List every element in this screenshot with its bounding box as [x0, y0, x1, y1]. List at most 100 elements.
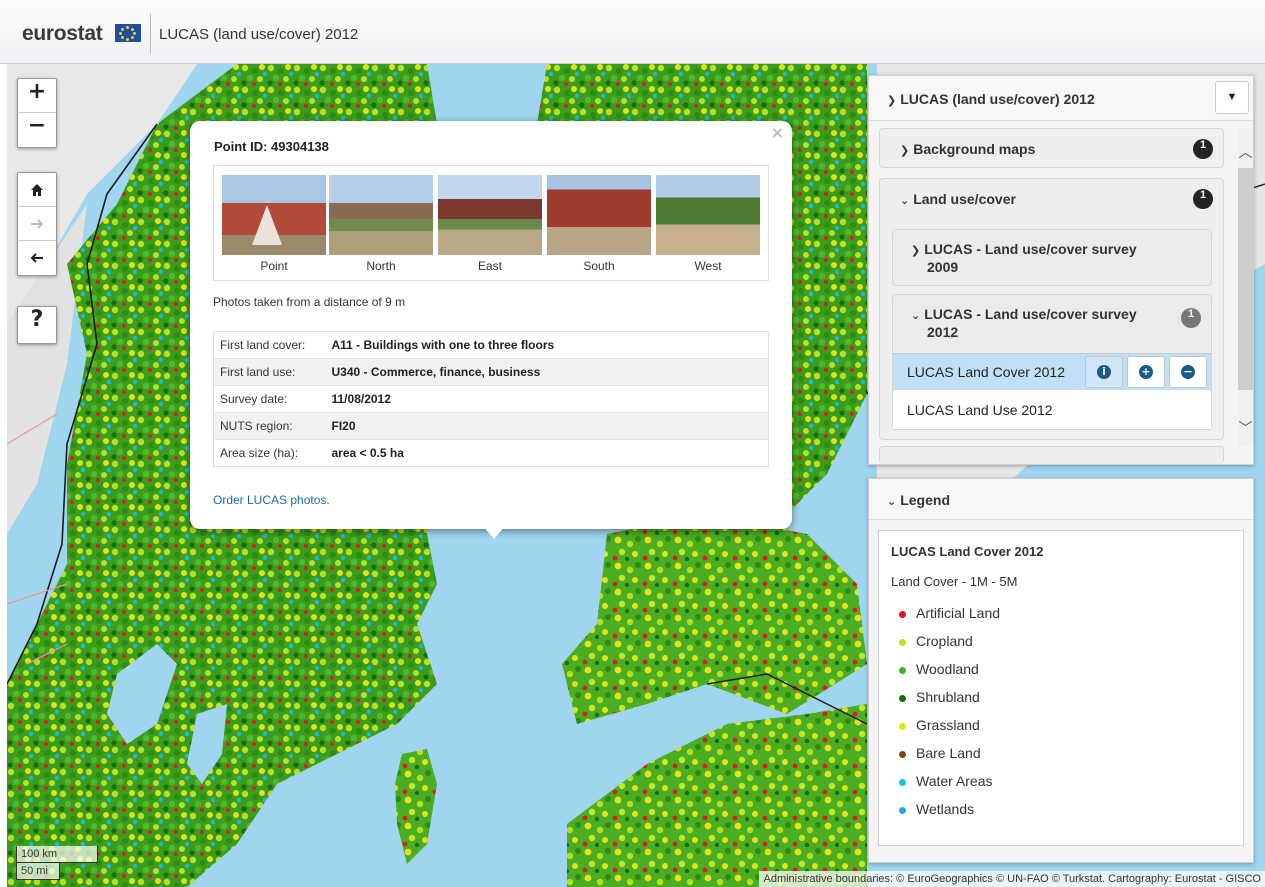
accordion-header[interactable]: ⌄ Land use/cover: [900, 191, 1016, 207]
photo-caption: North: [366, 259, 396, 273]
accordion-label-line2: 2012: [927, 324, 959, 340]
scroll-down-arrow-icon[interactable]: ﹀: [1238, 418, 1253, 438]
legend-layer-name: LUCAS Land Cover 2012: [891, 544, 1044, 559]
count-badge: 1: [1193, 139, 1213, 159]
map-attribution: Administrative boundaries: © EuroGeograp…: [759, 871, 1265, 887]
back-button[interactable]: [18, 241, 56, 275]
photo-north[interactable]: North: [329, 175, 433, 273]
layer-list: LUCAS Land Cover 2012 i + − LUCAS Land U…: [893, 353, 1211, 429]
legend-label: Artificial Land: [916, 605, 1001, 621]
photo-strip: Point North East South West: [213, 165, 769, 281]
accordion-label-line2: 2009: [927, 259, 959, 275]
eu-flag-icon: [115, 24, 141, 42]
accordion-label: LUCAS - Land use/cover survey: [924, 241, 1137, 257]
attr-value: 11/08/2012: [325, 385, 769, 413]
attr-label: Survey date:: [213, 385, 326, 413]
layer-zoom-in-button[interactable]: +: [1127, 356, 1165, 388]
popup-close-button[interactable]: ×: [771, 123, 784, 142]
chevron-down-icon: ⌄: [900, 194, 910, 207]
chevron-right-icon: ❯: [900, 144, 910, 157]
point-info-popup: × Point ID: 49304138 Point North East So…: [190, 121, 792, 539]
scrollbar-thumb[interactable]: [1238, 168, 1253, 390]
eurostat-logo[interactable]: eurostat: [22, 22, 103, 46]
zoom-in-button[interactable]: +: [18, 79, 56, 113]
legend-label: Wetlands: [916, 801, 975, 817]
zoom-out-button[interactable]: −: [18, 113, 56, 147]
accordion-survey-2012: ⌄ LUCAS - Land use/cover survey 2012 1 LU…: [892, 294, 1212, 430]
forward-button[interactable]: [18, 207, 56, 241]
photo-west-image[interactable]: [656, 175, 760, 255]
order-photos-link[interactable]: Order LUCAS photos.: [213, 493, 330, 507]
legend-swatch: [899, 639, 906, 646]
legend-header[interactable]: ⌄ Legend: [869, 479, 1253, 520]
app-title: LUCAS (land use/cover) 2012: [159, 26, 359, 43]
table-row: NUTS region: FI20: [213, 412, 769, 440]
point-attributes-table: First land cover: A11 - Buildings with o…: [213, 331, 769, 467]
accordion-label: Land use/cover: [913, 191, 1016, 207]
accordion-background-maps[interactable]: ❯ Background maps 1: [879, 128, 1224, 168]
photo-south-image[interactable]: [547, 175, 651, 255]
attr-label: Area size (ha):: [213, 439, 326, 467]
layer-info-button[interactable]: i: [1085, 356, 1123, 388]
photo-distance-text: Photos taken from a distance of 9 m: [213, 295, 406, 309]
legend-label: Shrubland: [916, 689, 980, 705]
attr-label: First land cover:: [213, 331, 326, 359]
scale-mi: 50 mi: [16, 863, 60, 880]
accordion-land-use-cover: ⌄ Land use/cover 1 ❯ LUCAS - Land use/cove…: [879, 178, 1224, 440]
navigation-controls: [17, 172, 57, 276]
layer-remove-button[interactable]: −: [1169, 356, 1207, 388]
layers-panel-header[interactable]: ❯ LUCAS (land use/cover) 2012 ▼: [869, 76, 1253, 121]
count-badge: 1: [1181, 308, 1201, 328]
layers-dropdown-button[interactable]: ▼: [1215, 81, 1249, 114]
scale-bar: 100 km 50 mi: [16, 846, 98, 880]
photo-east-image[interactable]: [438, 175, 542, 255]
home-button[interactable]: [18, 173, 56, 207]
info-icon: i: [1097, 365, 1111, 379]
table-row: First land use: U340 - Commerce, finance…: [213, 358, 769, 386]
accordion-label: Background maps: [913, 141, 1036, 157]
legend-label: Bare Land: [916, 745, 981, 761]
photo-caption: East: [477, 259, 502, 273]
legend-swatch: [899, 695, 906, 702]
legend-title-text: Legend: [900, 492, 950, 508]
layer-label: LUCAS Land Cover 2012: [907, 364, 1065, 380]
attr-value: area < 0.5 ha: [325, 439, 769, 467]
photo-east[interactable]: East: [438, 175, 542, 273]
legend-label: Water Areas: [916, 773, 993, 789]
table-row: Survey date: 11/08/2012: [213, 385, 769, 413]
count-badge: 1: [1193, 189, 1213, 209]
layer-item-land-cover[interactable]: LUCAS Land Cover 2012 i + −: [893, 354, 1211, 390]
attr-label: First land use:: [213, 358, 326, 386]
accordion-survey-2009[interactable]: ❯ LUCAS - Land use/cover survey 2009: [892, 229, 1212, 286]
photo-point-image[interactable]: [222, 175, 326, 255]
layer-label: LUCAS Land Use 2012: [907, 402, 1053, 418]
photo-north-image[interactable]: [329, 175, 433, 255]
chevron-right-icon: ❯: [911, 244, 921, 257]
app-header: eurostat LUCAS (land use/cover) 2012: [0, 0, 1265, 64]
accordion-collapsed-next[interactable]: [879, 446, 1224, 464]
layers-panel: ❯ LUCAS (land use/cover) 2012 ▼ ❯ Backgrou…: [868, 75, 1254, 465]
legend-swatch: [899, 667, 906, 674]
accordion-header[interactable]: ⌄ LUCAS - Land use/cover survey 2012: [911, 306, 1137, 340]
legend-label: Grassland: [916, 717, 980, 733]
photo-caption: West: [694, 259, 722, 273]
photo-point[interactable]: Point: [222, 175, 326, 273]
legend-subtitle: Land Cover - 1M - 5M: [891, 574, 1018, 589]
photo-caption: Point: [260, 259, 288, 273]
legend-label: Cropland: [916, 633, 973, 649]
help-controls: ?: [17, 306, 57, 344]
zoom-controls: + −: [17, 78, 57, 148]
photo-west[interactable]: West: [656, 175, 760, 273]
chevron-down-icon: ⌄: [887, 495, 897, 508]
accordion-header: ❯ Background maps: [900, 141, 1035, 157]
scroll-up-arrow-icon[interactable]: ︿: [1238, 142, 1253, 162]
popup-tip: [482, 525, 506, 539]
legend-swatch: [899, 779, 906, 786]
layer-item-land-use[interactable]: LUCAS Land Use 2012: [893, 391, 1211, 429]
photo-south[interactable]: South: [547, 175, 651, 273]
layers-panel-title-text: LUCAS (land use/cover) 2012: [900, 91, 1095, 107]
help-button[interactable]: ?: [18, 307, 56, 343]
chevron-down-icon: ⌄: [911, 309, 921, 322]
caret-down-icon: ▼: [1226, 91, 1238, 103]
legend-swatch: [899, 723, 906, 730]
